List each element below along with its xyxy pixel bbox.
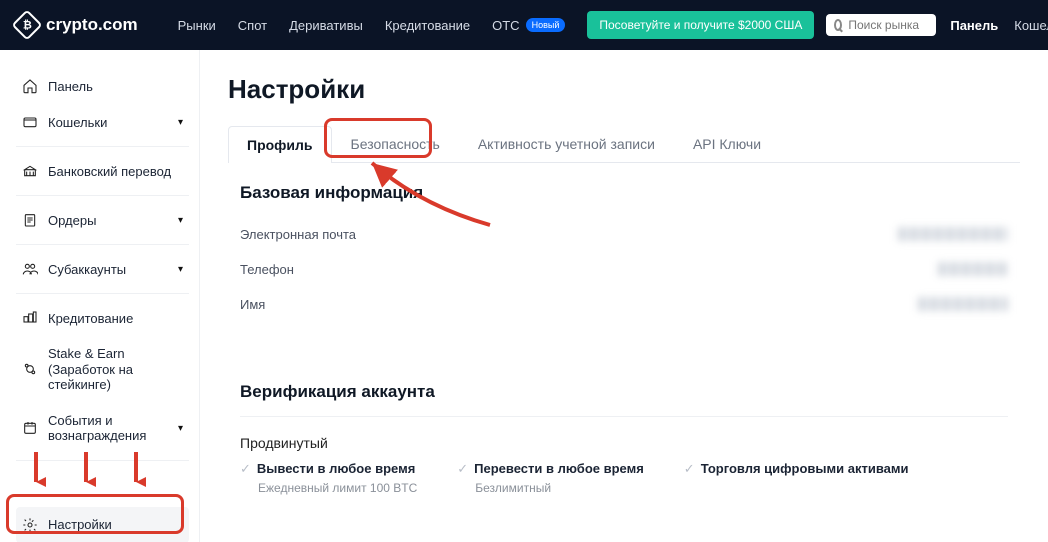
settings-icon: [22, 517, 38, 533]
logo-icon: ₿: [11, 9, 42, 40]
feature-withdraw: ✓ Вывести в любое время Ежедневный лимит …: [240, 461, 417, 495]
basic-info-heading: Базовая информация: [240, 183, 1020, 203]
nav-otc-label: OTC: [492, 18, 519, 33]
feature-transfer: ✓ Перевести в любое время Безлимитный: [457, 461, 644, 495]
search-icon: [834, 19, 842, 31]
app-switcher-icon[interactable]: [156, 18, 158, 32]
field-label: Телефон: [240, 262, 460, 277]
tabs: Профиль Безопасность Активность учетной …: [228, 125, 1020, 163]
feature-title: Вывести в любое время: [257, 461, 415, 476]
sidebar-item-panel[interactable]: Панель: [16, 68, 189, 104]
home-icon: [22, 78, 38, 94]
sidebar-item-label: События и вознаграждения: [48, 413, 168, 444]
sidebar-item-label: Банковский перевод: [48, 164, 171, 179]
sidebar-item-stake[interactable]: Stake & Earn (Заработок на стейкинге): [16, 336, 189, 403]
field-value-blurred: [898, 227, 1008, 241]
chevron-down-icon: ▾: [178, 423, 183, 434]
sidebar-item-label: Кредитование: [48, 311, 133, 326]
rewards-icon: [22, 420, 38, 436]
nav-spot[interactable]: Спот: [238, 18, 267, 33]
sidebar-item-label: Панель: [48, 79, 93, 94]
brand-name: crypto.com: [46, 15, 138, 35]
sidebar-item-label: Stake & Earn (Заработок на стейкинге): [48, 346, 183, 393]
field-label: Электронная почта: [240, 227, 460, 242]
field-phone: Телефон: [228, 252, 1020, 287]
field-label: Имя: [240, 297, 460, 312]
subaccounts-icon: [22, 261, 38, 277]
feature-sub: Ежедневный лимит 100 BTC: [258, 481, 417, 495]
top-navigation: ₿ crypto.com Рынки Спот Деривативы Креди…: [0, 0, 1048, 50]
chevron-down-icon: ▾: [178, 264, 183, 275]
sidebar-item-lending[interactable]: Кредитование: [16, 300, 189, 336]
sidebar-item-wallets[interactable]: Кошельки ▾: [16, 104, 189, 140]
new-badge: Новый: [526, 18, 566, 32]
referral-button[interactable]: Посоветуйте и получите $2000 США: [587, 11, 814, 39]
sidebar-item-label: Кошельки: [48, 115, 107, 130]
field-value-blurred: [938, 262, 1008, 276]
sidebar: Панель Кошельки ▾ Банковский перевод Орд…: [0, 50, 200, 542]
stake-icon: [22, 361, 38, 377]
sidebar-item-label: Субаккаунты: [48, 262, 126, 277]
search-box[interactable]: [826, 14, 936, 36]
verification-features: ✓ Вывести в любое время Ежедневный лимит …: [240, 461, 1020, 495]
page-title: Настройки: [228, 74, 1020, 105]
feature-trade: ✓ Торговля цифровыми активами: [684, 461, 909, 495]
nav-wallets-top[interactable]: Кошельк: [1014, 18, 1048, 33]
nav-lending[interactable]: Кредитование: [385, 18, 470, 33]
search-input[interactable]: [848, 18, 928, 32]
verification-heading: Верификация аккаунта: [240, 382, 1020, 402]
feature-title: Торговля цифровыми активами: [701, 461, 909, 476]
feature-title: Перевести в любое время: [474, 461, 644, 476]
feature-sub: Безлимитный: [475, 481, 644, 495]
main-content: Настройки Профиль Безопасность Активност…: [200, 50, 1048, 542]
chevron-down-icon: ▾: [178, 215, 183, 226]
nav-otc[interactable]: OTC Новый: [492, 18, 565, 33]
sidebar-item-label: Ордеры: [48, 213, 96, 228]
nav-panel[interactable]: Панель: [950, 18, 998, 33]
bank-icon: [22, 163, 38, 179]
verification-level: Продвинутый: [240, 435, 1020, 451]
sidebar-item-settings[interactable]: Настройки: [16, 507, 189, 542]
check-icon: ✓: [457, 461, 468, 476]
check-icon: ✓: [240, 461, 251, 476]
field-name: Имя: [228, 287, 1020, 322]
nav-markets[interactable]: Рынки: [178, 18, 216, 33]
tab-api-keys[interactable]: API Ключи: [674, 125, 780, 162]
field-value-blurred: [918, 297, 1008, 311]
field-email: Электронная почта: [228, 217, 1020, 252]
sidebar-item-subaccounts[interactable]: Субаккаунты ▾: [16, 251, 189, 287]
chevron-down-icon: ▾: [178, 117, 183, 128]
wallet-icon: [22, 114, 38, 130]
orders-icon: [22, 212, 38, 228]
sidebar-item-orders[interactable]: Ордеры ▾: [16, 202, 189, 238]
brand-logo[interactable]: ₿ crypto.com: [16, 14, 138, 36]
check-icon: ✓: [684, 461, 695, 476]
tab-activity[interactable]: Активность учетной записи: [459, 125, 674, 162]
sidebar-item-label: Настройки: [48, 517, 112, 532]
sidebar-item-bank[interactable]: Банковский перевод: [16, 153, 189, 189]
tab-security[interactable]: Безопасность: [332, 125, 459, 162]
sidebar-item-rewards[interactable]: События и вознаграждения ▾: [16, 403, 189, 454]
lending-icon: [22, 310, 38, 326]
nav-derivatives[interactable]: Деривативы: [289, 18, 363, 33]
tab-profile[interactable]: Профиль: [228, 126, 332, 163]
